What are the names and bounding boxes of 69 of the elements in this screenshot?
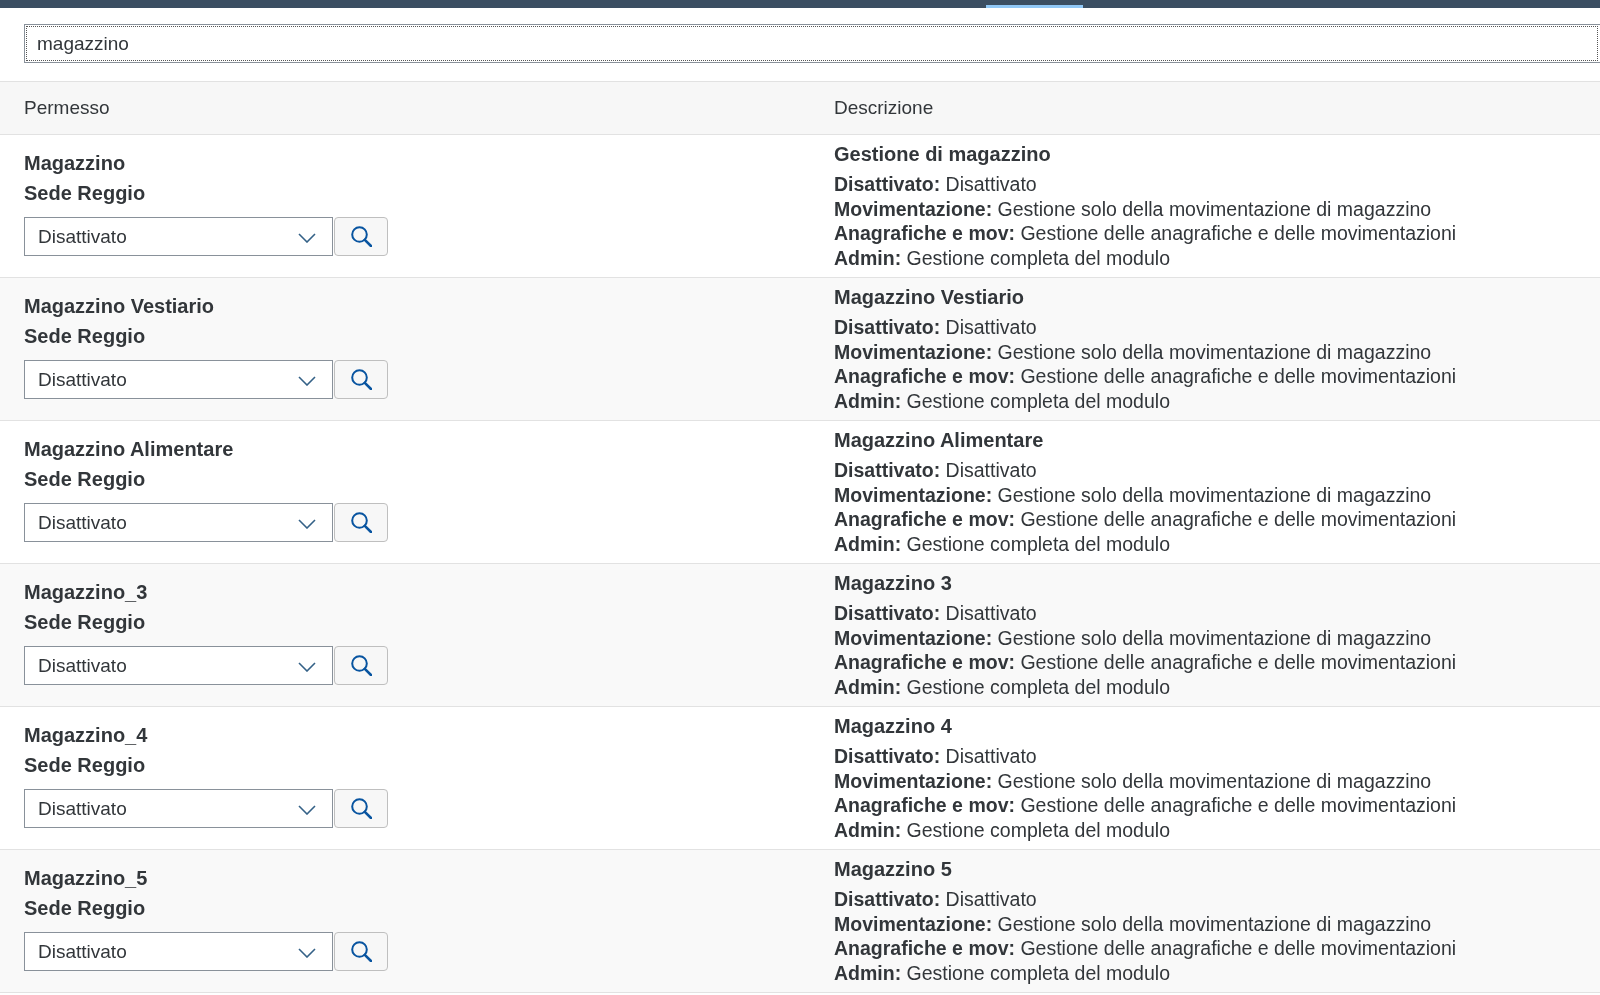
description-line: Admin: Gestione completa del modulo <box>834 531 1170 556</box>
description-line: Anagrafiche e mov: Gestione delle anagrafiche e delle movimentazioni <box>834 650 1457 675</box>
permission-name: Magazzino <box>24 151 126 176</box>
search-button[interactable] <box>334 789 388 828</box>
description-title: Magazzino Vestiario <box>834 285 1025 310</box>
description-title: Gestione di magazzino <box>834 142 1051 167</box>
chevron-down-icon <box>298 519 316 529</box>
permission-name: Magazzino_5 <box>24 866 148 891</box>
description-line: Movimentazione: Gestione solo della movimentazione di magazzino <box>834 339 1432 364</box>
description-line: Anagrafiche e mov: Gestione delle anagrafiche e delle movimentazioni <box>834 364 1457 389</box>
description-line: Movimentazione: Gestione solo della movimentazione di magazzino <box>834 625 1432 650</box>
description-line: Movimentazione: Gestione solo della movimentazione di magazzino <box>834 911 1432 936</box>
description-title: Magazzino 4 <box>834 714 952 739</box>
search-icon <box>350 798 372 819</box>
search-icon <box>350 655 372 676</box>
site-name: Sede Reggio <box>24 324 146 349</box>
search-icon <box>350 512 372 533</box>
search-button[interactable] <box>334 360 388 399</box>
search-button[interactable] <box>334 932 388 971</box>
permission-name: Magazzino Vestiario <box>24 294 215 319</box>
site-name: Sede Reggio <box>24 467 146 492</box>
description-title: Magazzino Alimentare <box>834 428 1044 453</box>
access-dropdown[interactable]: Disattivato <box>24 789 333 828</box>
site-name: Sede Reggio <box>24 896 146 921</box>
search-field[interactable]: magazzino <box>24 24 1600 63</box>
description-line: Movimentazione: Gestione solo della movimentazione di magazzino <box>834 196 1432 221</box>
column-header: Permesso <box>24 97 110 119</box>
description-line: Disattivato: Disattivato <box>834 744 1037 769</box>
access-dropdown[interactable]: Disattivato <box>24 932 333 971</box>
search-button[interactable] <box>334 503 388 542</box>
description-title: Magazzino 5 <box>834 857 952 882</box>
description-line: Admin: Gestione completa del modulo <box>834 960 1170 985</box>
search-button[interactable] <box>334 646 388 685</box>
chevron-down-icon <box>298 662 316 672</box>
search-icon <box>350 369 372 390</box>
permission-name: Magazzino_4 <box>24 723 148 748</box>
search-icon <box>350 941 372 962</box>
description-line: Movimentazione: Gestione solo della movimentazione di magazzino <box>834 768 1432 793</box>
description-line: Anagrafiche e mov: Gestione delle anagrafiche e delle movimentazioni <box>834 221 1457 246</box>
access-dropdown[interactable]: Disattivato <box>24 217 333 256</box>
description-line: Admin: Gestione completa del modulo <box>834 674 1170 699</box>
access-dropdown[interactable]: Disattivato <box>24 503 333 542</box>
description-line: Admin: Gestione completa del modulo <box>834 245 1170 270</box>
description-line: Disattivato: Disattivato <box>834 315 1037 340</box>
chevron-down-icon <box>298 805 316 815</box>
description-line: Disattivato: Disattivato <box>834 601 1037 626</box>
description-line: Disattivato: Disattivato <box>834 458 1037 483</box>
description-line: Anagrafiche e mov: Gestione delle anagrafiche e delle movimentazioni <box>834 936 1457 961</box>
description-line: Admin: Gestione completa del modulo <box>834 817 1170 842</box>
chevron-down-icon <box>298 233 316 243</box>
chevron-down-icon <box>298 948 316 958</box>
chevron-down-icon <box>298 376 316 386</box>
search-icon <box>350 226 372 247</box>
description-line: Disattivato: Disattivato <box>834 887 1037 912</box>
description-line: Admin: Gestione completa del modulo <box>834 388 1170 413</box>
permission-name: Magazzino_3 <box>24 580 148 605</box>
access-dropdown[interactable]: Disattivato <box>24 646 333 685</box>
description-line: Anagrafiche e mov: Gestione delle anagrafiche e delle movimentazioni <box>834 507 1457 532</box>
description-line: Disattivato: Disattivato <box>834 172 1037 197</box>
site-name: Sede Reggio <box>24 753 146 778</box>
description-title: Magazzino 3 <box>834 571 952 596</box>
access-dropdown[interactable]: Disattivato <box>24 360 333 399</box>
column-header: Descrizione <box>834 97 934 119</box>
description-line: Movimentazione: Gestione solo della movimentazione di magazzino <box>834 482 1432 507</box>
site-name: Sede Reggio <box>24 181 146 206</box>
search-button[interactable] <box>334 217 388 256</box>
description-line: Anagrafiche e mov: Gestione delle anagrafiche e delle movimentazioni <box>834 793 1457 818</box>
permission-name: Magazzino Alimentare <box>24 437 234 462</box>
site-name: Sede Reggio <box>24 610 146 635</box>
